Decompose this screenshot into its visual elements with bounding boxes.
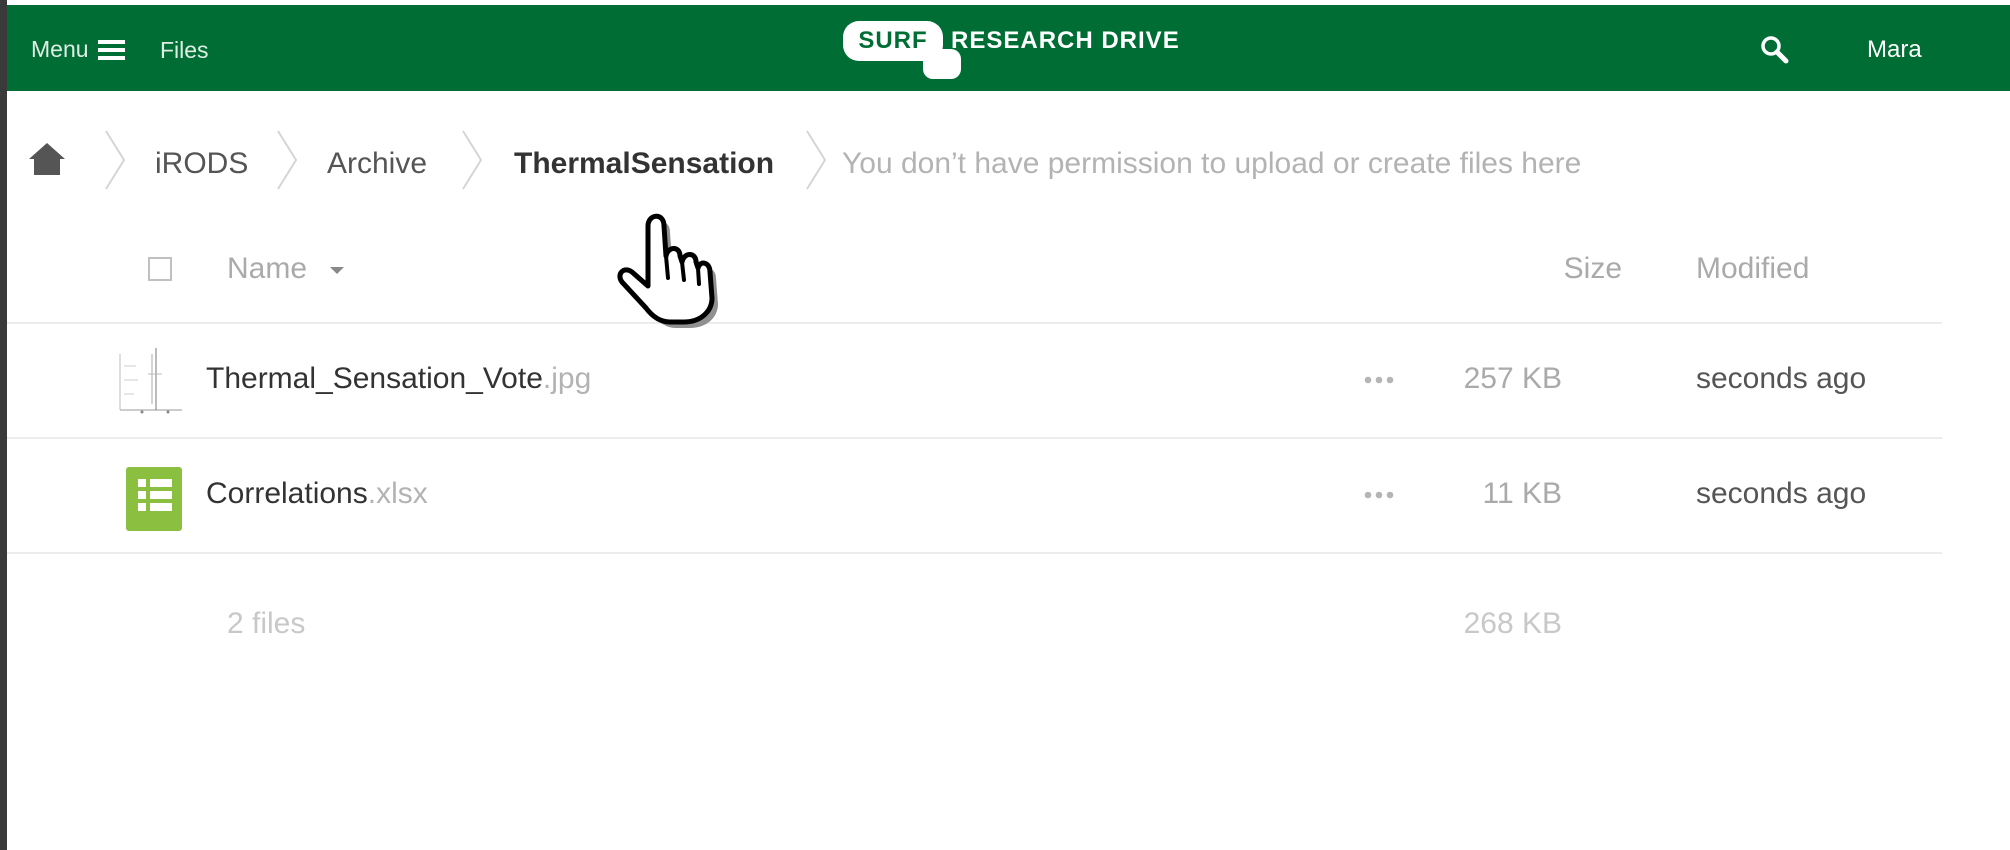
file-summary: 2 files 268 KB [7,597,1942,657]
app-window: Menu Files SURF RESEARCH DRIVE Mara iROD… [0,0,2010,850]
breadcrumb-separator [462,130,483,190]
more-actions-icon[interactable] [1362,489,1396,501]
file-basename: Thermal_Sensation_Vote [206,362,543,395]
select-all-checkbox[interactable] [148,257,172,281]
window-edge [0,0,7,850]
files-link[interactable]: Files [160,37,209,64]
file-name[interactable]: Thermal_Sensation_Vote.jpg [206,362,591,396]
column-name[interactable]: Name [227,252,307,286]
home-icon [29,143,65,175]
file-size: 257 KB [1463,362,1562,395]
breadcrumb-separator [806,130,827,190]
file-modified: seconds ago [1696,477,1867,510]
image-thumbnail[interactable] [112,344,187,419]
search-icon [1761,36,1789,64]
column-size[interactable]: Size [1564,252,1622,286]
sort-caret-icon[interactable] [330,267,344,274]
permission-notice: You don’t have permission to upload or c… [842,147,1582,180]
breadcrumb-item-irods[interactable]: iRODS [155,147,248,181]
breadcrumb: iRODS Archive ThermalSensation You don’t… [7,91,2010,241]
file-extension: .xlsx [367,477,428,510]
file-count: 2 files [227,607,306,640]
table-row[interactable]: Thermal_Sensation_Vote.jpg 257 KB second… [7,322,1942,437]
hand-pointer-cursor-icon [617,213,718,328]
surf-research-drive-logo[interactable]: SURF RESEARCH DRIVE [843,17,1183,85]
column-modified[interactable]: Modified [1696,252,1809,286]
search-button[interactable] [1758,33,1792,67]
user-menu[interactable]: Mara [1867,36,1922,64]
logo-text: RESEARCH DRIVE [951,27,1180,54]
file-name[interactable]: Correlations.xlsx [206,477,428,511]
menu-label: Menu [31,36,89,62]
breadcrumb-home[interactable] [27,141,67,177]
file-table-header: Name Size Modified [7,240,2010,325]
menu-button[interactable]: Menu [31,36,125,63]
breadcrumb-item-current[interactable]: ThermalSensation [514,147,774,181]
file-basename: Correlations [206,477,368,510]
file-size: 11 KB [1482,477,1563,510]
total-size: 268 KB [1463,607,1562,640]
breadcrumb-separator [277,130,298,190]
more-actions-icon[interactable] [1362,374,1396,386]
file-extension: .jpg [542,362,592,395]
table-row[interactable]: Correlations.xlsx 11 KB seconds ago [7,437,1942,552]
spreadsheet-icon[interactable] [112,459,187,534]
breadcrumb-item-archive[interactable]: Archive [327,147,427,181]
file-modified: seconds ago [1696,362,1867,395]
hamburger-icon [97,39,125,60]
breadcrumb-separator [105,130,126,190]
top-bar: Menu Files SURF RESEARCH DRIVE Mara [7,5,2010,91]
logo-badge: SURF [843,21,943,61]
row-divider [7,552,1942,554]
